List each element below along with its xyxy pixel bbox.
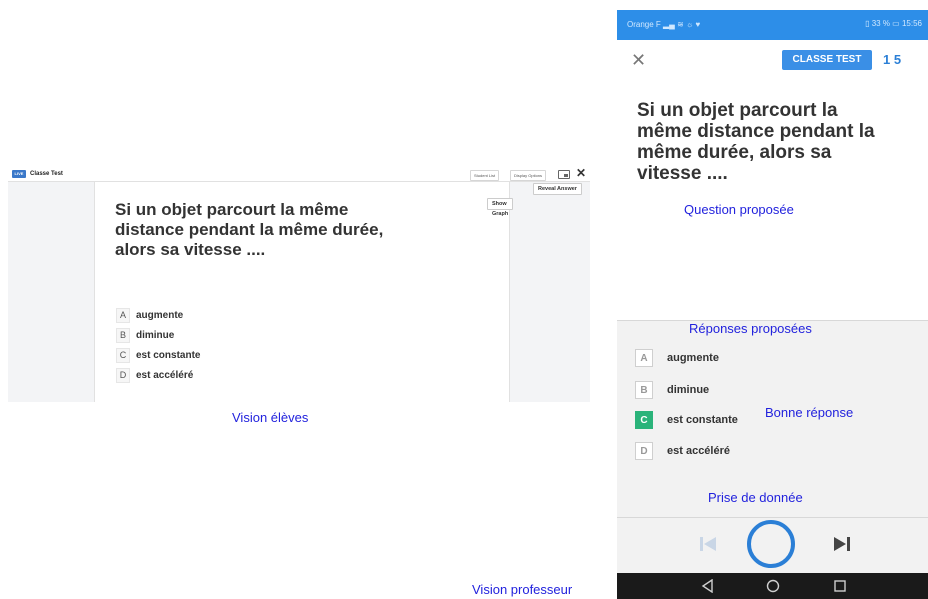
question-annotation: Question proposée xyxy=(684,202,794,217)
next-icon[interactable] xyxy=(831,535,853,553)
answer-option: A augmente xyxy=(116,305,200,325)
answer-option[interactable]: A augmente xyxy=(635,348,719,368)
question-count: 1 5 xyxy=(883,52,902,67)
live-badge: LIVE xyxy=(12,170,26,178)
answer-text: augmente xyxy=(667,352,719,364)
answer-option[interactable]: D est accéléré xyxy=(635,441,730,461)
answer-letter: C xyxy=(635,411,653,429)
answer-option: D est accéléré xyxy=(116,365,200,385)
answer-option-correct[interactable]: C est constante xyxy=(635,410,738,430)
answer-option[interactable]: B diminue xyxy=(635,380,709,400)
status-right: ▯ 33 % ▭ 15:56 xyxy=(865,19,922,28)
answer-option: B diminue xyxy=(116,325,200,345)
answer-option: C est constante xyxy=(116,345,200,365)
answer-text: augmente xyxy=(136,309,184,321)
battery-level: 33 % xyxy=(871,19,890,28)
student-topbar: LIVE Classe Test Student List Display Op… xyxy=(8,166,590,182)
answer-letter: A xyxy=(116,307,130,323)
clock: 15:56 xyxy=(901,19,922,28)
capture-controls xyxy=(617,517,928,574)
answer-letter: D xyxy=(635,442,653,460)
close-icon[interactable]: ✕ xyxy=(631,50,646,70)
answer-text: est accéléré xyxy=(667,445,730,457)
class-title: Classe Test xyxy=(30,171,63,177)
teacher-view-caption: Vision professeur xyxy=(472,582,573,597)
answer-letter: B xyxy=(635,381,653,399)
data-capture-annotation: Prise de donnée xyxy=(708,490,803,505)
answers-annotation: Réponses proposées xyxy=(689,321,812,336)
student-view-screenshot: LIVE Classe Test Student List Display Op… xyxy=(8,166,590,402)
answer-text: diminue xyxy=(667,384,710,396)
show-graph-button[interactable]: Show Graph xyxy=(487,198,514,217)
student-answer-list: A augmente B diminue C est constante D e… xyxy=(116,305,200,385)
carrier-label: Orange F ▂▄ ≋ ☼ ♥ xyxy=(627,20,701,29)
android-navbar xyxy=(617,573,928,599)
answer-letter: D xyxy=(116,367,130,383)
answer-text: est accéléré xyxy=(136,369,194,381)
back-icon[interactable] xyxy=(701,579,715,593)
reveal-answer-button[interactable]: Reveal Answer xyxy=(533,183,582,195)
student-list-button[interactable]: Student List xyxy=(470,170,500,181)
class-badge: CLASSE TEST xyxy=(782,50,872,70)
status-bar: Orange F ▂▄ ≋ ☼ ♥ ▯ 33 % ▭ 15:56 xyxy=(617,10,928,40)
answer-letter: A xyxy=(635,349,653,367)
answer-text: diminue xyxy=(136,329,175,341)
student-view-caption: Vision élèves xyxy=(232,410,309,425)
record-button-icon[interactable] xyxy=(747,520,795,568)
display-options-button[interactable]: Display Options xyxy=(510,170,547,181)
student-question-text: Si un objet parcourt la même distance pe… xyxy=(115,200,384,259)
previous-icon[interactable] xyxy=(697,535,719,553)
answer-text: est constante xyxy=(667,414,738,426)
answer-letter: C xyxy=(116,347,130,363)
answer-text: est constante xyxy=(136,349,201,361)
close-icon[interactable]: ✕ xyxy=(576,166,586,180)
teacher-phone-screenshot: Orange F ▂▄ ≋ ☼ ♥ ▯ 33 % ▭ 15:56 ✕ CLASS… xyxy=(617,10,928,599)
window-icon[interactable] xyxy=(558,170,570,179)
home-icon[interactable] xyxy=(766,579,780,593)
teacher-question-text: Si un objet parcourt la même distance pe… xyxy=(637,100,875,184)
recents-icon[interactable] xyxy=(833,579,847,593)
answer-letter: B xyxy=(116,327,130,343)
correct-answer-annotation: Bonne réponse xyxy=(765,405,854,420)
